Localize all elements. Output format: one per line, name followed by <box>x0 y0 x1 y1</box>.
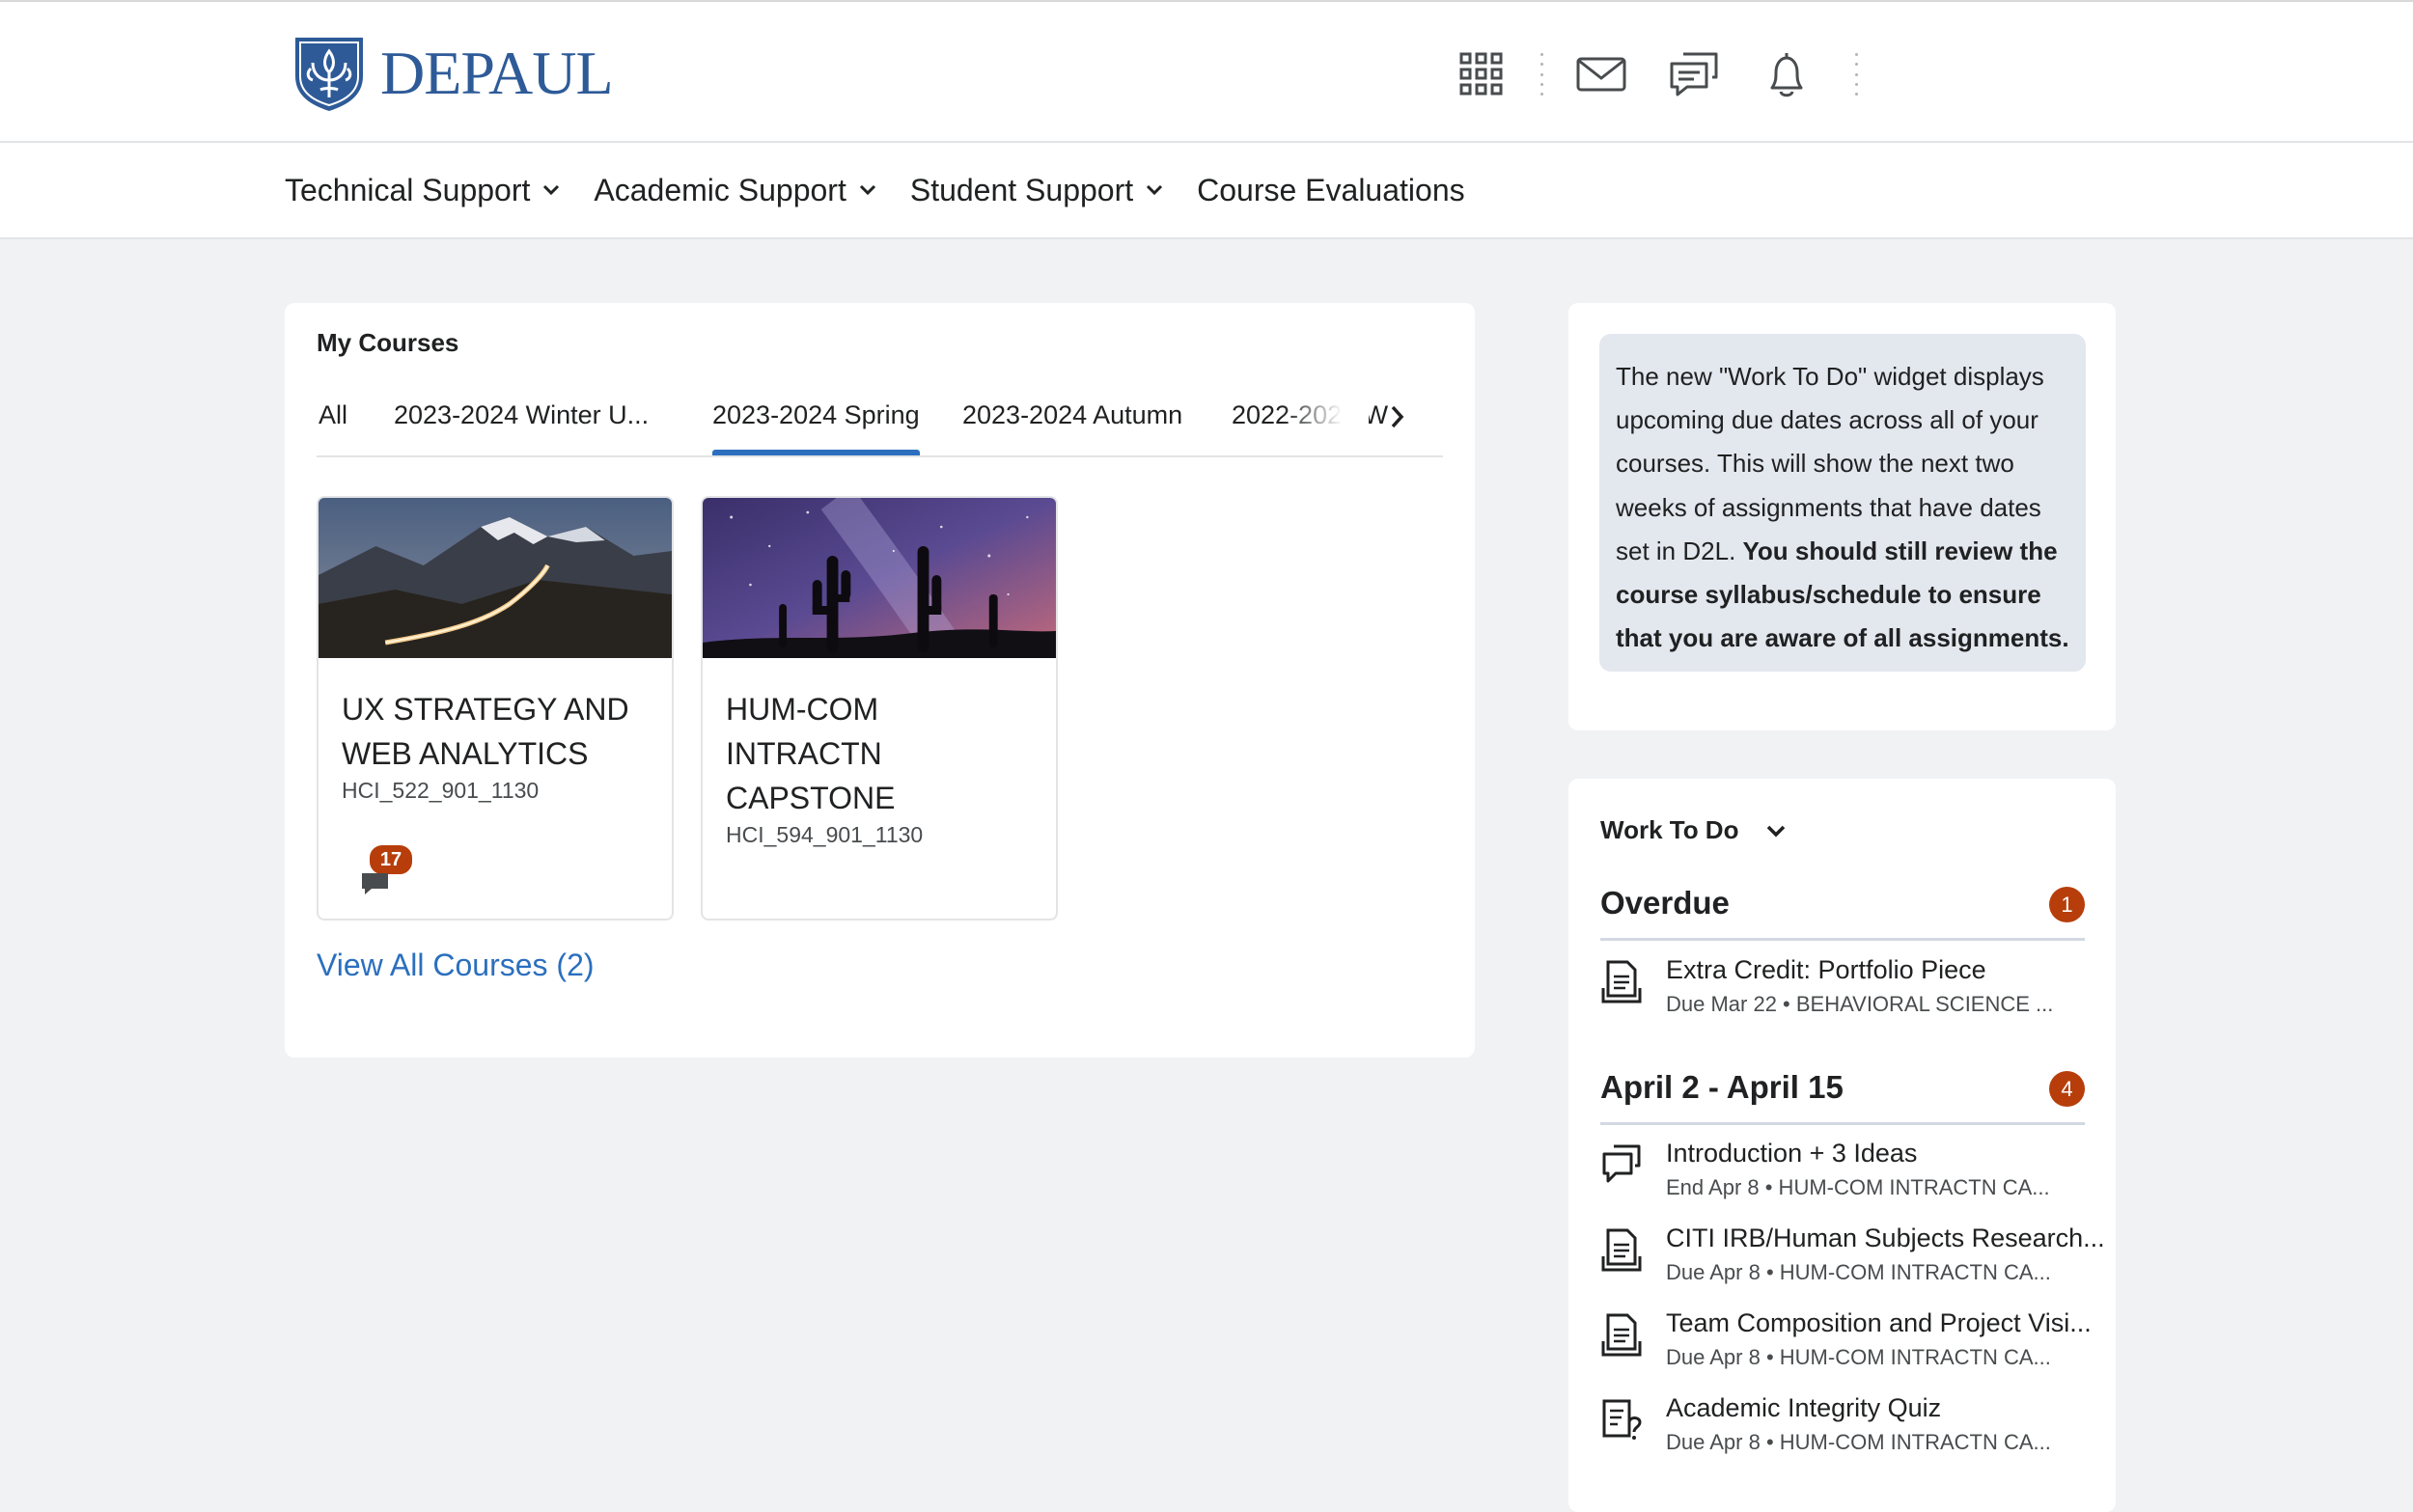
task-meta: Due Mar 22 • BEHAVIORAL SCIENCE ... <box>1666 992 2054 1016</box>
discussion-notification[interactable]: 17 <box>359 843 417 901</box>
shield-logo-icon <box>295 38 363 111</box>
task-item[interactable]: CITI IRB/Human Subjects Research... Due … <box>1600 1223 2105 1291</box>
app-grid-icon[interactable] <box>1448 41 1515 108</box>
depaul-logo[interactable]: DEPAUL <box>291 33 614 114</box>
upcoming-count-badge: 4 <box>2049 1071 2085 1107</box>
logo-wordmark: DEPAUL <box>380 39 614 107</box>
notice-message: The new "Work To Do" widget displays upc… <box>1599 334 2086 672</box>
main-nav: Technical Support Academic Support Stude… <box>0 143 2413 239</box>
nav-label: Technical Support <box>285 172 531 207</box>
nav-label: Academic Support <box>594 172 846 207</box>
task-meta: End Apr 8 • HUM-COM INTRACTN CA... <box>1666 1175 2050 1199</box>
group-title-date-range: April 2 - April 15 <box>1600 1069 1844 1105</box>
nav-academic-support[interactable]: Academic Support <box>594 173 876 208</box>
task-title: Introduction + 3 Ideas <box>1666 1139 1918 1168</box>
course-card-ux-strategy[interactable]: UX STRATEGY AND WEB ANALYTICS HCI_522_90… <box>317 496 674 921</box>
course-code: HCI_594_901_1130 <box>726 822 924 847</box>
group-divider <box>1600 938 2085 941</box>
work-to-do-toggle[interactable]: Work To Do <box>1600 815 1787 845</box>
tab-fade <box>1282 380 1369 454</box>
nav-label: Student Support <box>909 172 1134 207</box>
chevron-down-icon <box>1765 823 1787 838</box>
view-all-courses-link[interactable]: View All Courses (2) <box>317 948 595 983</box>
chevron-down-icon <box>1145 183 1164 197</box>
chevron-down-icon <box>858 183 877 197</box>
group-title-overdue: Overdue <box>1600 885 1730 921</box>
course-image-desert-night <box>703 498 1056 658</box>
header-divider <box>1853 53 1859 96</box>
task-title: CITI IRB/Human Subjects Research... <box>1666 1223 2105 1252</box>
course-name: HUM-COM INTRACTN CAPSTONE <box>726 692 896 815</box>
nav-student-support[interactable]: Student Support <box>910 173 1164 208</box>
widget-title: My Courses <box>317 328 459 357</box>
task-meta: Due Apr 8 • HUM-COM INTRACTN CA... <box>1666 1430 2051 1454</box>
chevron-right-icon[interactable] <box>1378 398 1417 436</box>
assignment-icon <box>1601 1228 1642 1272</box>
assignment-icon <box>1601 960 1642 1003</box>
discussion-icon <box>1602 1144 1641 1183</box>
chevron-down-icon <box>541 183 561 197</box>
task-item[interactable]: Academic Integrity Quiz Due Apr 8 • HUM-… <box>1600 1393 2093 1461</box>
nav-course-evaluations[interactable]: Course Evaluations <box>1197 173 1464 208</box>
task-item[interactable]: Introduction + 3 Ideas End Apr 8 • HUM-C… <box>1600 1139 2093 1206</box>
course-card-hum-com-capstone[interactable]: HUM-COM INTRACTN CAPSTONE HCI_594_901_11… <box>701 496 1058 921</box>
assignment-icon <box>1601 1313 1642 1357</box>
task-title: Team Composition and Project Visi... <box>1666 1308 2092 1337</box>
chat-icon[interactable] <box>1660 41 1728 108</box>
nav-technical-support[interactable]: Technical Support <box>285 173 561 208</box>
nav-label: Course Evaluations <box>1197 172 1465 207</box>
tab-autumn[interactable]: 2023-2024 Autumn <box>962 380 1182 454</box>
task-item[interactable]: Extra Credit: Portfolio Piece Due Mar 22… <box>1600 955 2093 1023</box>
group-divider <box>1600 1122 2085 1125</box>
tab-winter[interactable]: 2023-2024 Winter U... <box>394 380 649 454</box>
overdue-count-badge: 1 <box>2049 887 2085 922</box>
notice-text: The new "Work To Do" widget displays upc… <box>1616 362 2044 565</box>
tab-spring[interactable]: 2023-2024 Spring <box>712 380 920 455</box>
work-to-do-widget: Work To Do Overdue 1 Extra Credit: Portf… <box>1568 779 2116 1512</box>
my-courses-widget: My Courses All 2023-2024 Winter U... 202… <box>285 303 1475 1058</box>
discussion-icon <box>362 873 388 894</box>
work-to-do-notice-widget: The new "Work To Do" widget displays upc… <box>1568 303 2116 730</box>
quiz-icon <box>1602 1399 1642 1440</box>
course-code: HCI_522_901_1130 <box>342 778 540 803</box>
mail-icon[interactable] <box>1567 41 1635 108</box>
task-meta: Due Apr 8 • HUM-COM INTRACTN CA... <box>1666 1345 2051 1369</box>
top-header: DEPAUL <box>0 0 2413 143</box>
header-actions <box>1448 41 1859 108</box>
course-name: UX STRATEGY AND WEB ANALYTICS <box>342 692 629 771</box>
course-image-mountain <box>319 498 672 658</box>
tab-all[interactable]: All <box>319 380 347 454</box>
task-item[interactable]: Team Composition and Project Visi... Due… <box>1600 1308 2093 1376</box>
widget-title: Work To Do <box>1600 815 1739 844</box>
semester-tabs: All 2023-2024 Winter U... 2023-2024 Spri… <box>317 380 1443 457</box>
task-meta: Due Apr 8 • HUM-COM INTRACTN CA... <box>1666 1260 2051 1284</box>
bell-icon[interactable] <box>1753 41 1820 108</box>
header-divider <box>1539 53 1544 96</box>
task-title: Extra Credit: Portfolio Piece <box>1666 955 1986 984</box>
task-title: Academic Integrity Quiz <box>1666 1393 1942 1422</box>
